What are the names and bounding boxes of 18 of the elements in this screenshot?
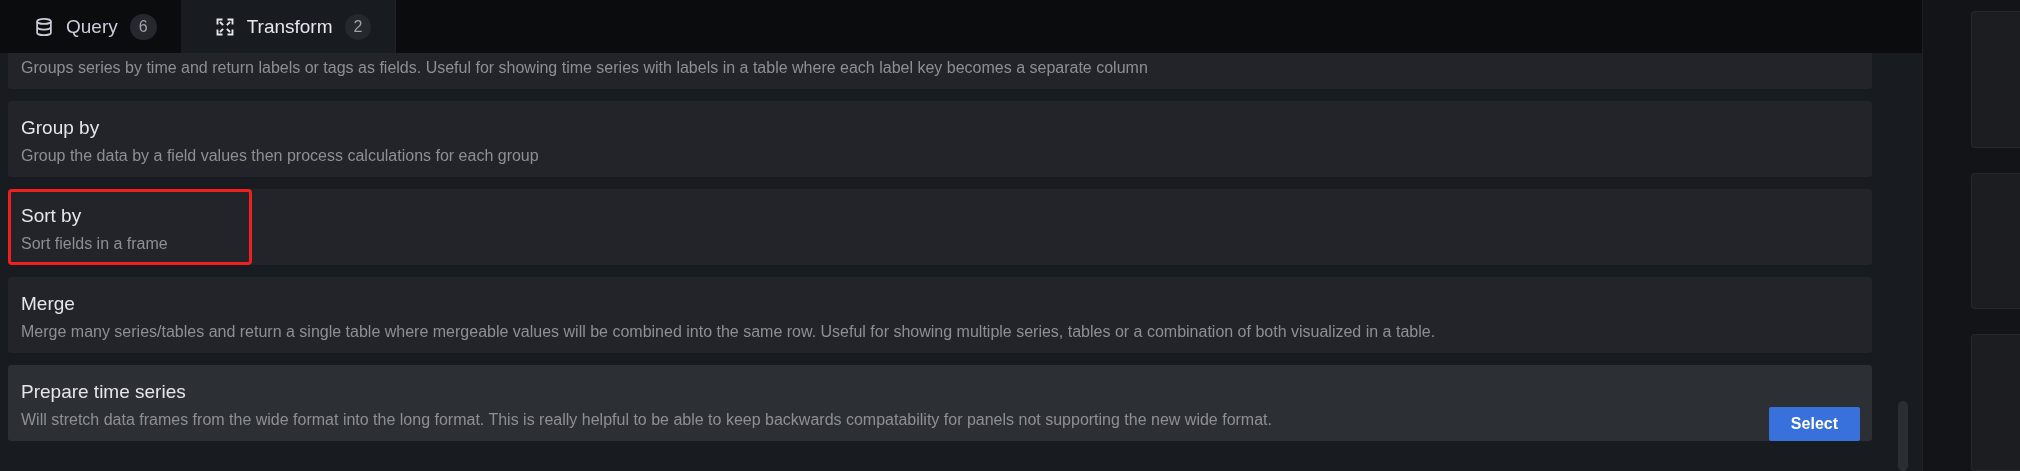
tab[interactable]: Transform 2 <box>180 0 397 53</box>
card-title: Merge <box>21 293 76 315</box>
transformation-card[interactable] <box>8 365 1872 441</box>
card-description: Groups series by time and return labels or tags as fields. Useful for showing time series with labels in a table where each label key becomes a separate column <box>21 59 1149 77</box>
select-button[interactable]: Select <box>1768 407 1860 441</box>
transformation-card[interactable]: Groups series by time and return labels or tags as fields. Useful for showing time series with labels in a table where each label key becomes a separate column <box>8 53 1872 89</box>
card-description: Will stretch data frames from the wide format into the long format. This is really helpful to be able to keep backwards compatability for panels not supporting the new wide format. <box>21 411 1273 429</box>
count-badge: 2 <box>344 13 372 40</box>
card-description: Sort fields in a frame <box>21 235 169 253</box>
card-description: Merge many series/tables and return a single table where mergeable values will be combined into the same row. Useful for showing multiple series, tables or a combination of both visualized in a table. <box>21 323 1437 341</box>
card-description: Group the data by a field values then process calculations for each group <box>21 147 540 165</box>
transformation-card[interactable]: Group by Group the data by a field values then process calculations for each group <box>8 101 1872 177</box>
card-title: Group by <box>21 117 101 139</box>
card-title: Prepare time series <box>21 381 187 403</box>
transformation-card[interactable]: Sort by Sort fields in a frame <box>8 189 1872 265</box>
count-badge: 6 <box>129 13 157 40</box>
database-icon <box>34 16 54 37</box>
card-title: Sort by <box>21 205 83 227</box>
